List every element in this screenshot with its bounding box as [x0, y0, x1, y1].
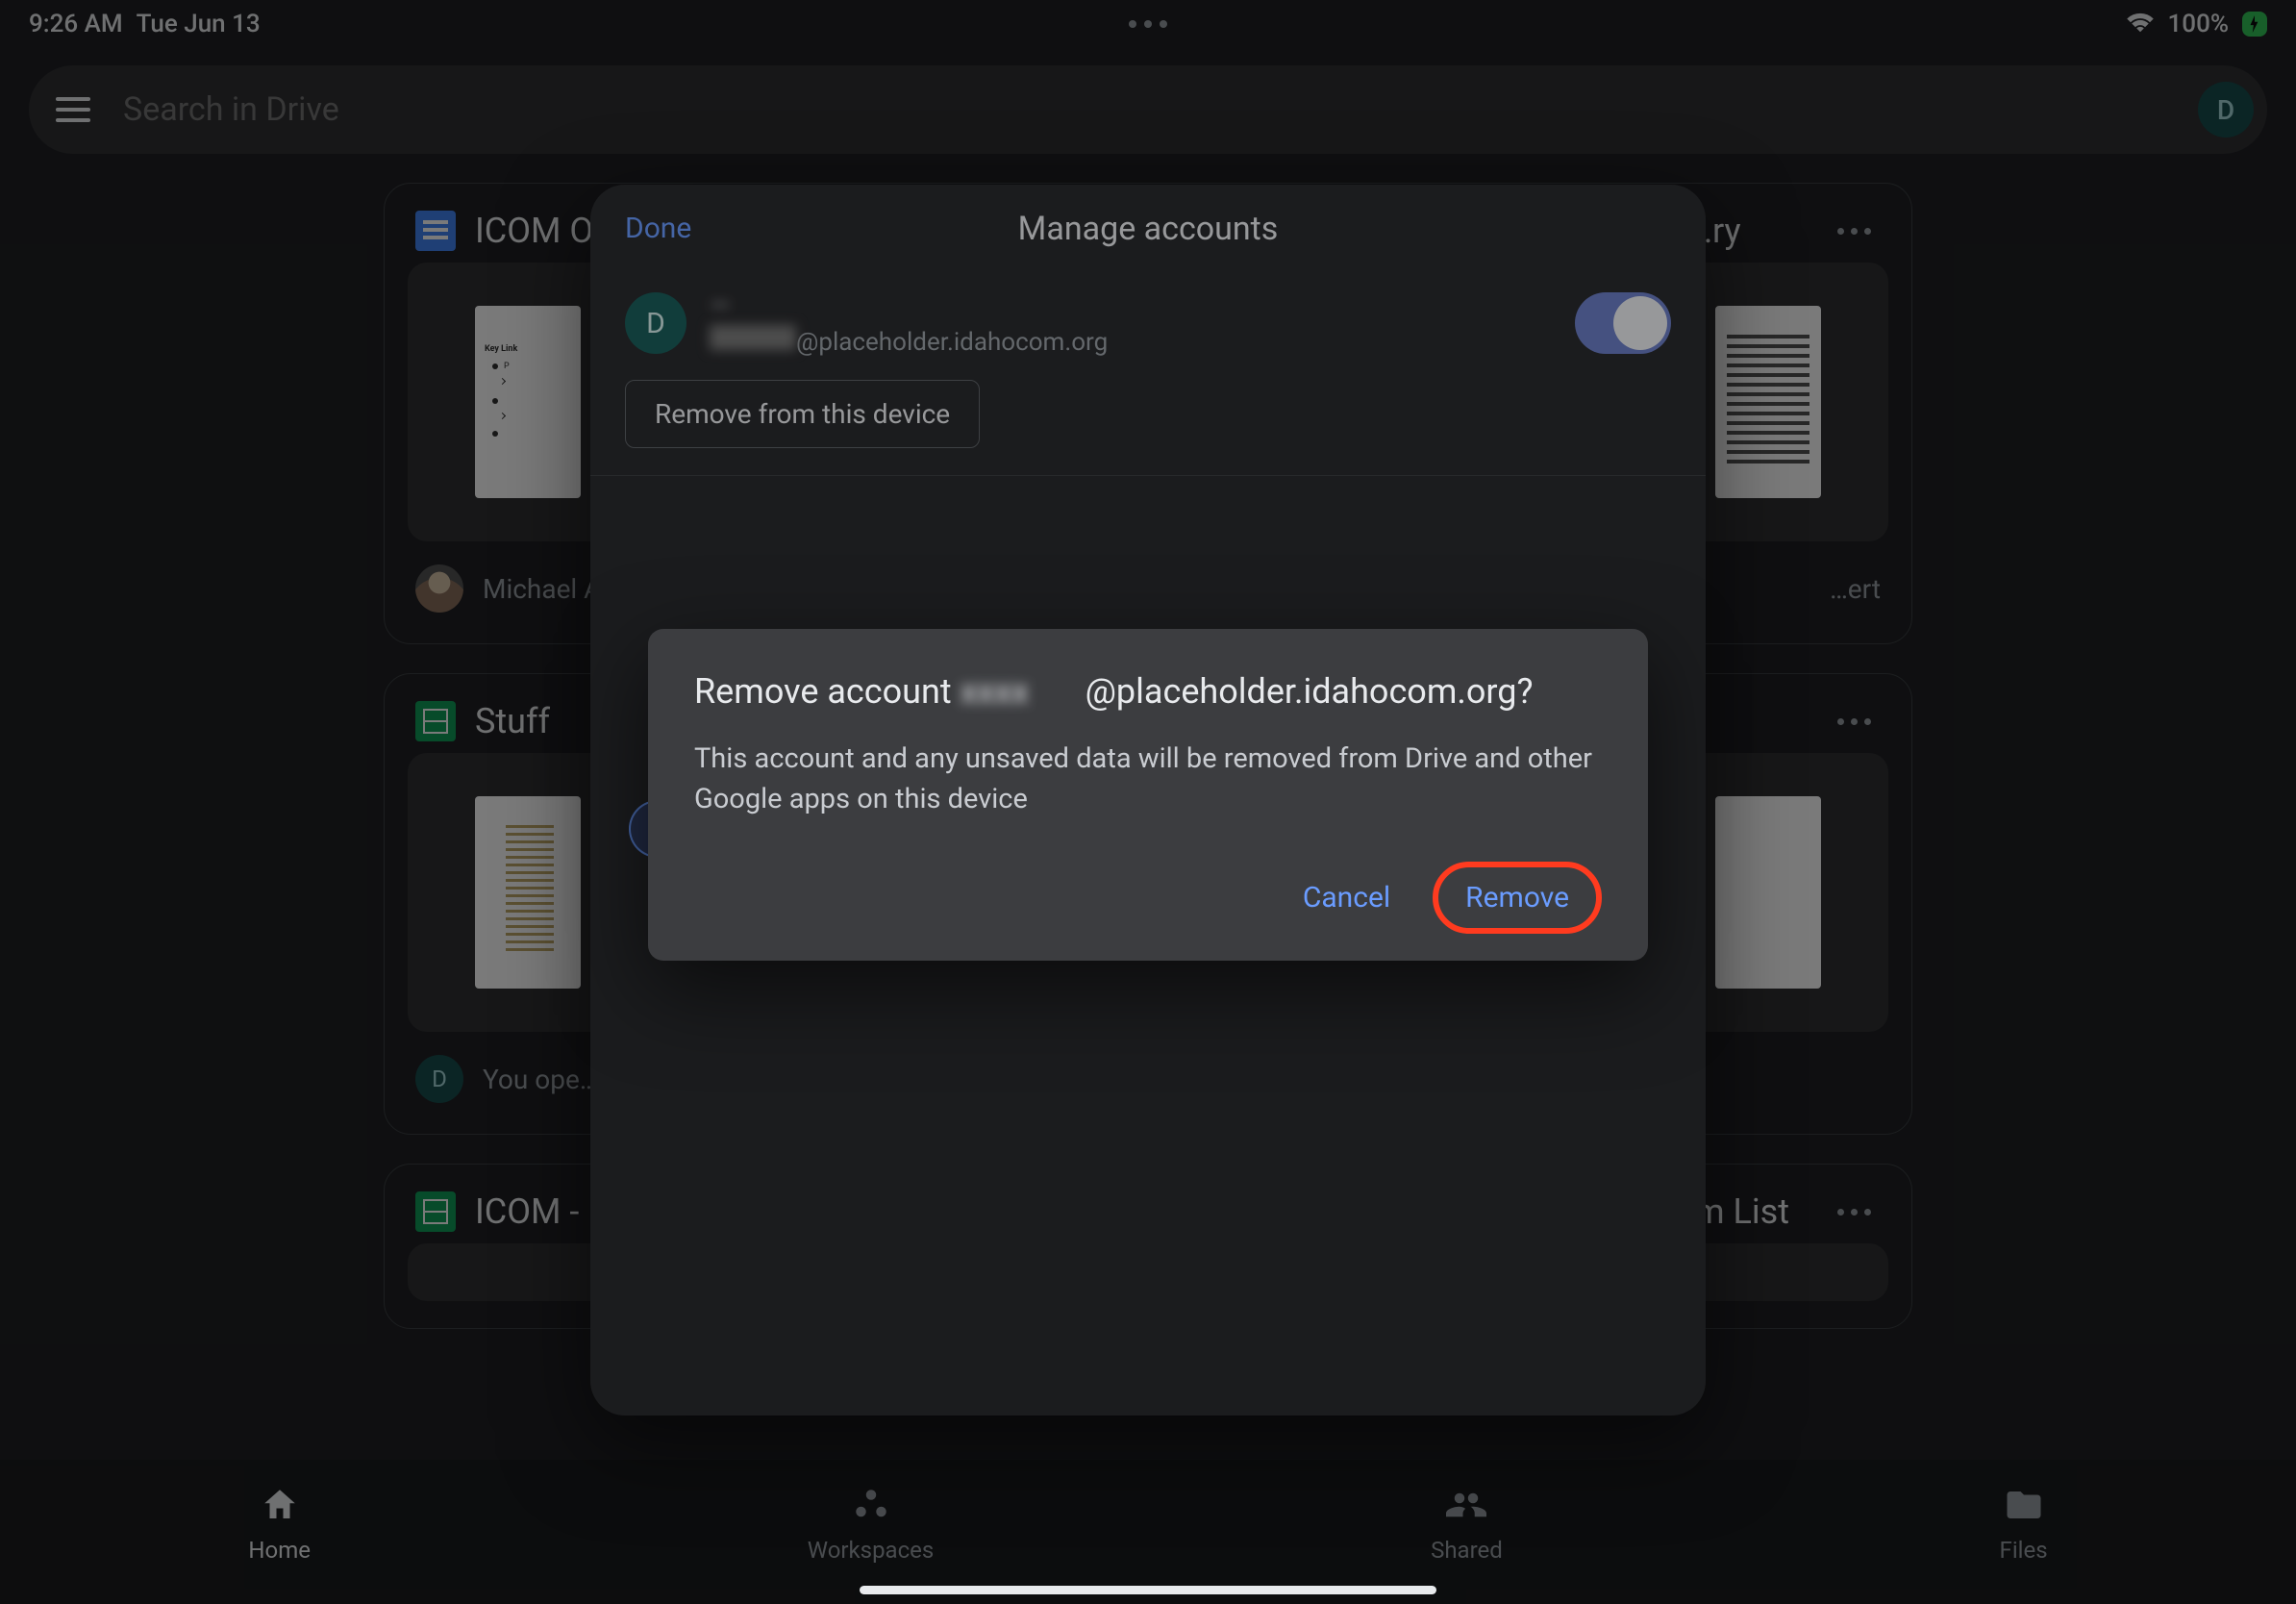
- cancel-button[interactable]: Cancel: [1284, 865, 1410, 930]
- remove-highlight: Remove: [1433, 862, 1602, 934]
- home-indicator[interactable]: [860, 1586, 1436, 1594]
- dialog-body: This account and any unsaved data will b…: [694, 739, 1602, 819]
- remove-account-dialog: Remove account xxxx@placeholder.idahocom…: [648, 629, 1648, 961]
- dialog-title: Remove account xxxx@placeholder.idahocom…: [694, 671, 1602, 712]
- remove-button[interactable]: Remove: [1456, 875, 1579, 920]
